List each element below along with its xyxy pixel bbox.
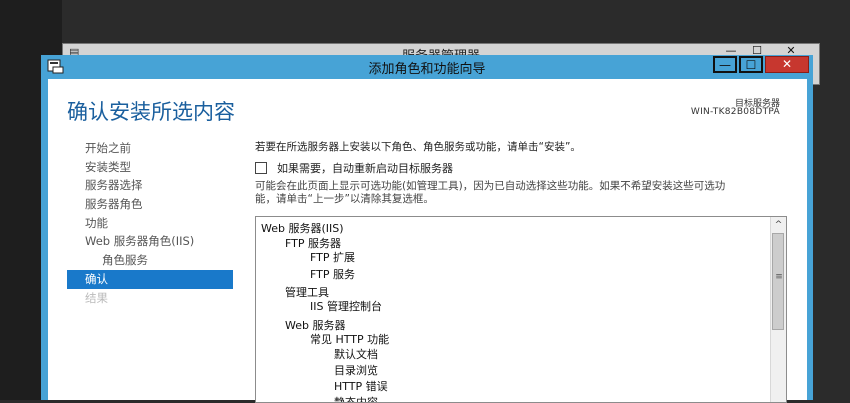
nav-item-web-server-role[interactable]: Web 服务器角色(IIS) <box>67 232 233 251</box>
nav-item-server-roles[interactable]: 服务器角色 <box>67 195 233 214</box>
title-bar[interactable]: 添加角色和功能向导 — ☐ ✕ <box>41 55 813 79</box>
restart-checkbox[interactable] <box>255 162 267 174</box>
list-item: 静态内容 <box>334 396 378 403</box>
list-item: HTTP 错误 <box>334 380 388 393</box>
close-button[interactable]: ✕ <box>765 56 809 73</box>
optional-features-note-line2: 能，请单击“上一步”以清除其复选框。 <box>255 193 434 205</box>
list-item: 常见 HTTP 功能 <box>310 333 390 346</box>
vertical-scrollbar[interactable]: ^ ≡ <box>770 217 786 402</box>
list-item: Web 服务器(IIS) <box>261 222 344 235</box>
list-item: FTP 扩展 <box>310 251 355 264</box>
window-title: 添加角色和功能向导 <box>368 62 486 77</box>
scrollbar-thumb[interactable]: ≡ <box>772 233 784 330</box>
nav-item-server-selection[interactable]: 服务器选择 <box>67 176 233 195</box>
wizard-content: 确认安装所选内容 目标服务器 WIN-TK82B08DTPA 开始之前 安装类型… <box>48 79 807 403</box>
nav-item-installation-type[interactable]: 安装类型 <box>67 158 233 177</box>
maximize-button[interactable]: ☐ <box>739 56 763 73</box>
list-item: 默认文档 <box>334 348 378 361</box>
install-instructions: 若要在所选服务器上安装以下角色、角色服务或功能，请单击“安装”。 <box>255 141 581 153</box>
scrollbar-grip-icon: ≡ <box>775 272 783 282</box>
restart-option[interactable]: 如果需要，自动重新启动目标服务器 <box>255 160 453 176</box>
nav-item-results: 结果 <box>85 290 108 305</box>
minimize-button[interactable]: — <box>713 56 737 73</box>
nav-item-before-you-begin[interactable]: 开始之前 <box>67 139 233 158</box>
target-server-name: WIN-TK82B08DTPA <box>690 107 780 117</box>
list-item: IIS 管理控制台 <box>310 300 382 313</box>
nav-item-role-services[interactable]: 角色服务 <box>67 251 233 270</box>
scroll-up-arrow-icon[interactable]: ^ <box>771 218 786 232</box>
nav-item-confirmation[interactable]: 确认 <box>67 269 233 289</box>
page-title: 确认安装所选内容 <box>67 100 235 124</box>
add-roles-wizard-window: 添加角色和功能向导 — ☐ ✕ 确认安装所选内容 目标服务器 WIN-TK82B… <box>41 55 813 403</box>
wizard-nav: 开始之前 安装类型 服务器选择 服务器角色 功能 Web 服务器角色(IIS) … <box>67 139 233 307</box>
list-item: 目录浏览 <box>334 364 378 377</box>
nav-item-features[interactable]: 功能 <box>67 214 233 233</box>
restart-checkbox-label: 如果需要，自动重新启动目标服务器 <box>277 162 453 175</box>
list-item: FTP 服务 <box>310 268 355 281</box>
selected-features-list[interactable]: Web 服务器(IIS) FTP 服务器 FTP 扩展 FTP 服务 管理工具 … <box>255 216 787 403</box>
